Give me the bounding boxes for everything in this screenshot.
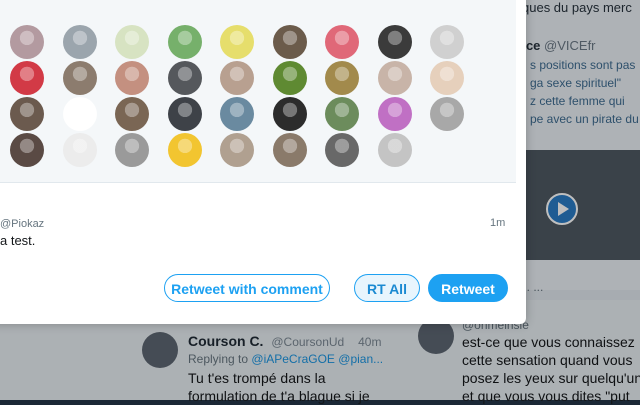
retweeter-avatar[interactable] — [10, 25, 44, 59]
retweeter-avatar[interactable] — [220, 97, 254, 131]
retweeter-avatar[interactable] — [377, 61, 412, 95]
retweeter-avatar[interactable] — [115, 133, 149, 167]
retweeters-grid — [0, 0, 516, 183]
retweeter-avatar[interactable] — [220, 133, 254, 167]
retweeter-avatar[interactable] — [62, 133, 97, 167]
quoted-tweet-text: a test. — [0, 233, 36, 248]
retweeter-avatar[interactable] — [377, 133, 412, 167]
retweeter-avatar[interactable] — [220, 25, 254, 59]
retweeter-avatar[interactable] — [272, 61, 307, 95]
quoted-tweet-handle: @Piokaz — [0, 218, 45, 230]
retweeter-avatar[interactable] — [377, 25, 412, 59]
retweeter-avatar[interactable] — [10, 61, 44, 95]
retweeter-avatar[interactable] — [167, 61, 202, 95]
retweeter-avatar[interactable] — [167, 133, 202, 167]
retweet-with-comment-button[interactable]: Retweet with comment — [164, 274, 330, 302]
retweeter-avatar[interactable] — [167, 97, 202, 131]
retweeter-avatar[interactable] — [10, 97, 44, 131]
retweeter-avatar[interactable] — [430, 25, 464, 59]
retweeter-avatar[interactable] — [325, 25, 359, 59]
retweeter-avatar[interactable] — [62, 25, 97, 59]
retweeter-avatar[interactable] — [325, 133, 359, 167]
retweet-modal: @Piokaz 1m a test. Retweet with comment … — [0, 0, 526, 324]
retweeter-avatar[interactable] — [10, 133, 44, 167]
retweeter-avatar[interactable] — [115, 61, 149, 95]
retweeter-avatar[interactable] — [115, 25, 149, 59]
retweeter-avatar[interactable] — [115, 97, 149, 131]
retweeter-avatar[interactable] — [430, 61, 464, 95]
rt-all-button[interactable]: RT All — [354, 274, 420, 302]
retweeter-avatar[interactable] — [220, 61, 254, 95]
retweeter-avatar[interactable] — [62, 61, 97, 95]
quoted-tweet-time: 1m — [490, 217, 506, 229]
retweeter-avatar[interactable] — [272, 133, 307, 167]
retweet-button[interactable]: Retweet — [428, 274, 508, 302]
retweeter-avatar[interactable] — [62, 97, 97, 131]
retweeter-avatar[interactable] — [272, 97, 307, 131]
retweeter-avatar[interactable] — [430, 97, 464, 131]
retweeter-avatar[interactable] — [167, 25, 202, 59]
retweeter-avatar[interactable] — [325, 97, 359, 131]
retweeter-avatar[interactable] — [272, 25, 307, 59]
retweeter-avatar[interactable] — [377, 97, 412, 131]
retweeter-avatar[interactable] — [325, 61, 359, 95]
